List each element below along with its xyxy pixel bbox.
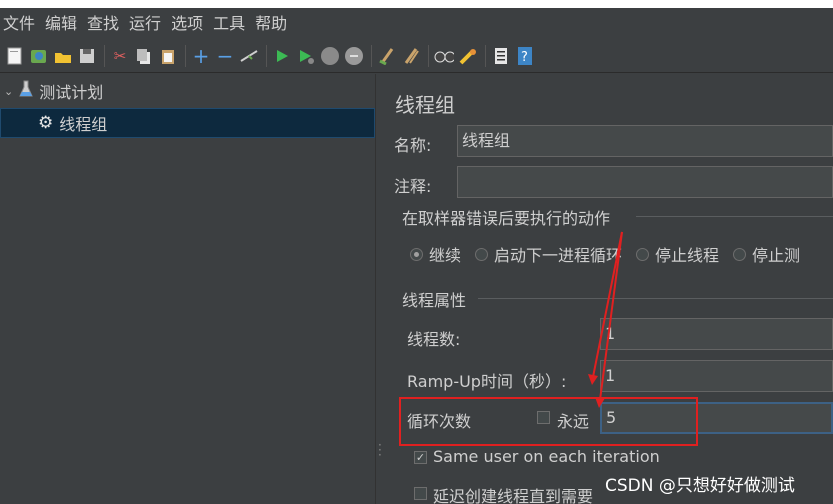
watermark: CSDN @只想好好做测试 (605, 476, 795, 496)
annotation-arrow (588, 231, 623, 408)
